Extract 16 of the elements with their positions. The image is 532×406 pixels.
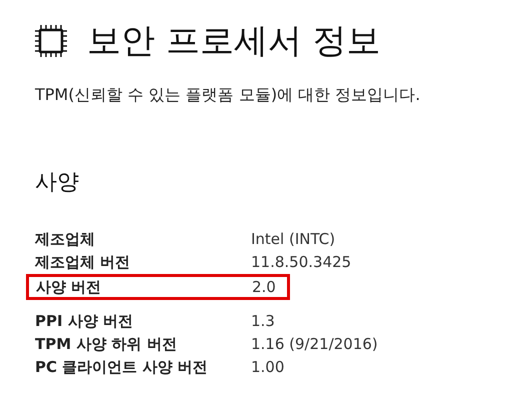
spec-label: PC 클라이언트 사양 버전 — [35, 357, 209, 378]
spec-label: PPI 사양 버전 — [35, 311, 134, 332]
spec-value: 1.16 (9/21/2016) — [251, 334, 378, 356]
chip-icon — [35, 25, 67, 57]
spec-value: 1.00 — [251, 357, 284, 378]
spec-label: 제조업체 — [35, 229, 96, 250]
spec-label: 제조업체 버전 — [35, 252, 132, 274]
spec-value: 11.8.50.3425 — [251, 252, 352, 274]
section-heading: 사양 — [35, 169, 80, 197]
spec-value: Intel (INTC) — [251, 229, 336, 250]
spec-value: 2.0 — [252, 276, 276, 298]
spec-label: 사양 버전 — [36, 276, 102, 298]
page-title: 보안 프로세서 정보 — [87, 20, 381, 62]
spec-value: 1.3 — [251, 311, 275, 332]
spec-label: TPM 사양 하위 버전 — [35, 334, 178, 356]
page-description: TPM(신뢰할 수 있는 플랫폼 모듈)에 대한 정보입니다. — [35, 84, 422, 106]
